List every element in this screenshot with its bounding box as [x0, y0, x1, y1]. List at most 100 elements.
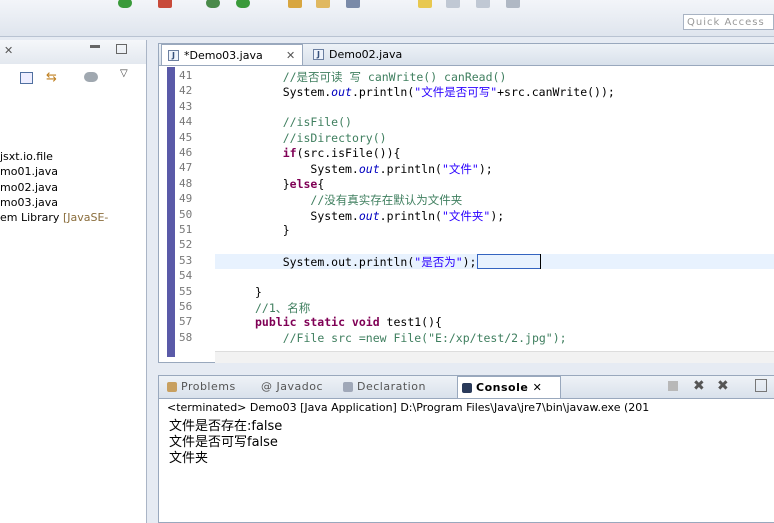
- line-number: 52: [179, 238, 193, 252]
- tab-javadoc[interactable]: @ Javadoc: [247, 376, 335, 398]
- text-cursor: [540, 254, 541, 269]
- search-icon[interactable]: [346, 0, 360, 8]
- code-token: System.: [310, 162, 359, 177]
- horizontal-scrollbar[interactable]: [215, 351, 774, 363]
- view-menu-icon[interactable]: ▽: [120, 68, 128, 79]
- code-line[interactable]: 52: [159, 238, 774, 253]
- code-line[interactable]: 45 //isDirectory(): [159, 131, 774, 146]
- code-token: .println(: [351, 85, 415, 100]
- terminate-icon[interactable]: [666, 379, 680, 393]
- code-token: );: [462, 254, 477, 269]
- maximize-icon[interactable]: [116, 44, 127, 54]
- line-number: 47: [179, 161, 193, 175]
- line-number: 49: [179, 192, 193, 206]
- annotation-icon[interactable]: [418, 0, 432, 8]
- filter-icon[interactable]: [84, 72, 98, 82]
- tab-declaration[interactable]: Declaration: [339, 376, 453, 398]
- tree-item-demo02[interactable]: mo02.java: [0, 181, 58, 194]
- bottom-tabbar: Problems @ Javadoc Declaration Console ✕…: [159, 376, 774, 399]
- code-line[interactable]: 51 }: [159, 223, 774, 238]
- debug-icon[interactable]: [158, 0, 172, 8]
- code-line[interactable]: 46 if(src.isFile()){: [159, 146, 774, 161]
- code-token: }: [255, 284, 262, 299]
- code-text: //没有真实存在默认为文件夹: [255, 192, 462, 208]
- remove-launch-icon[interactable]: ✖: [693, 379, 707, 393]
- close-icon[interactable]: ✕: [286, 45, 295, 66]
- code-line[interactable]: 43: [159, 100, 774, 115]
- code-token: +src.canWrite());: [497, 85, 615, 100]
- code-text: if(src.isFile()){: [255, 146, 401, 160]
- code-line[interactable]: 48 }else{: [159, 177, 774, 192]
- code-text: }: [255, 285, 262, 299]
- tab-label: @ Javadoc: [261, 380, 323, 393]
- code-line[interactable]: 53 System.out.println("是否为");: [159, 254, 774, 269]
- collapse-all-icon[interactable]: [20, 72, 33, 84]
- quick-access-input[interactable]: Quick Access: [683, 14, 774, 30]
- code-line[interactable]: 42 System.out.println("文件是否可写"+src.canWr…: [159, 84, 774, 99]
- next-annotation-icon[interactable]: [446, 0, 460, 8]
- link-editor-icon[interactable]: ⇆: [46, 70, 57, 85]
- code-text: }else{: [255, 177, 325, 191]
- code-token: "是否为": [414, 254, 463, 269]
- line-number: 44: [179, 115, 193, 129]
- code-token: .println(: [379, 208, 442, 223]
- tab-console[interactable]: Console ✕: [457, 376, 561, 398]
- tab-demo03[interactable]: J *Demo03.java ✕: [161, 44, 303, 65]
- code-line[interactable]: 55}: [159, 285, 774, 300]
- close-icon[interactable]: ✕: [4, 44, 13, 57]
- run-icon[interactable]: [118, 0, 132, 8]
- open-type-icon[interactable]: [316, 0, 330, 8]
- tab-label: Demo02.java: [329, 48, 403, 61]
- tree-item-package[interactable]: jsxt.io.file: [0, 150, 53, 163]
- back-icon[interactable]: [506, 0, 520, 8]
- code-token: //是否可读 写 canWrite() canRead(): [282, 70, 507, 84]
- code-token: //isDirectory(): [282, 130, 387, 145]
- external-tools-icon[interactable]: [206, 0, 220, 8]
- code-token: public static void: [255, 315, 380, 330]
- code-token: );: [478, 162, 493, 177]
- code-token: }: [282, 223, 290, 237]
- tree-item-demo01[interactable]: mo01.java: [0, 165, 58, 178]
- code-line[interactable]: 57 public static void test1(){: [159, 315, 774, 330]
- prev-annotation-icon[interactable]: [476, 0, 490, 8]
- line-number: 51: [179, 223, 193, 236]
- code-line[interactable]: 50 System.out.println("文件夹");: [159, 208, 774, 223]
- package-explorer: ✕ ⇆ ▽ jsxt.io.file mo01.java mo02.java m…: [0, 40, 147, 523]
- editor-tabbar: J *Demo03.java ✕ J Demo02.java: [159, 44, 774, 66]
- code-line[interactable]: 49 //没有真实存在默认为文件夹: [159, 192, 774, 207]
- tab-demo02[interactable]: J Demo02.java: [307, 44, 417, 65]
- minimize-icon[interactable]: [90, 45, 100, 48]
- code-token: "文件": [441, 162, 479, 177]
- code-line[interactable]: 47 System.out.println("文件");: [159, 161, 774, 176]
- line-number: 48: [179, 176, 193, 190]
- code-line[interactable]: 54: [159, 269, 774, 284]
- code-token: out: [331, 85, 352, 100]
- code-line[interactable]: 58 //File src =new File("E:/xp/test/2.jp…: [159, 331, 774, 346]
- console-output-line: 文件夹: [169, 451, 209, 466]
- code-token: .println(: [379, 162, 442, 177]
- code-token: //1、名称: [255, 301, 311, 315]
- java-file-icon: J: [313, 49, 324, 60]
- scroll-lock-icon[interactable]: [755, 379, 767, 392]
- coverage-icon[interactable]: [236, 0, 250, 8]
- tree-item-jre-library[interactable]: em Library [JavaSE-: [0, 211, 108, 224]
- code-token: System.: [282, 85, 332, 100]
- code-line[interactable]: 44 //isFile(): [159, 115, 774, 130]
- line-number: 42: [179, 84, 193, 98]
- line-number: 41: [179, 69, 193, 82]
- tree-item-demo03[interactable]: mo03.java: [0, 196, 58, 209]
- code-token: System.out.println(: [282, 254, 415, 269]
- code-line[interactable]: 41 //是否可读 写 canWrite() canRead(): [159, 69, 774, 84]
- code-line[interactable]: 56 //1、名称: [159, 300, 774, 315]
- remove-all-icon[interactable]: ✖: [717, 379, 731, 393]
- declaration-icon: [343, 382, 353, 392]
- tab-problems[interactable]: Problems: [163, 376, 247, 398]
- open-folder-icon[interactable]: [288, 0, 302, 8]
- code-text: //1、名称: [255, 300, 310, 316]
